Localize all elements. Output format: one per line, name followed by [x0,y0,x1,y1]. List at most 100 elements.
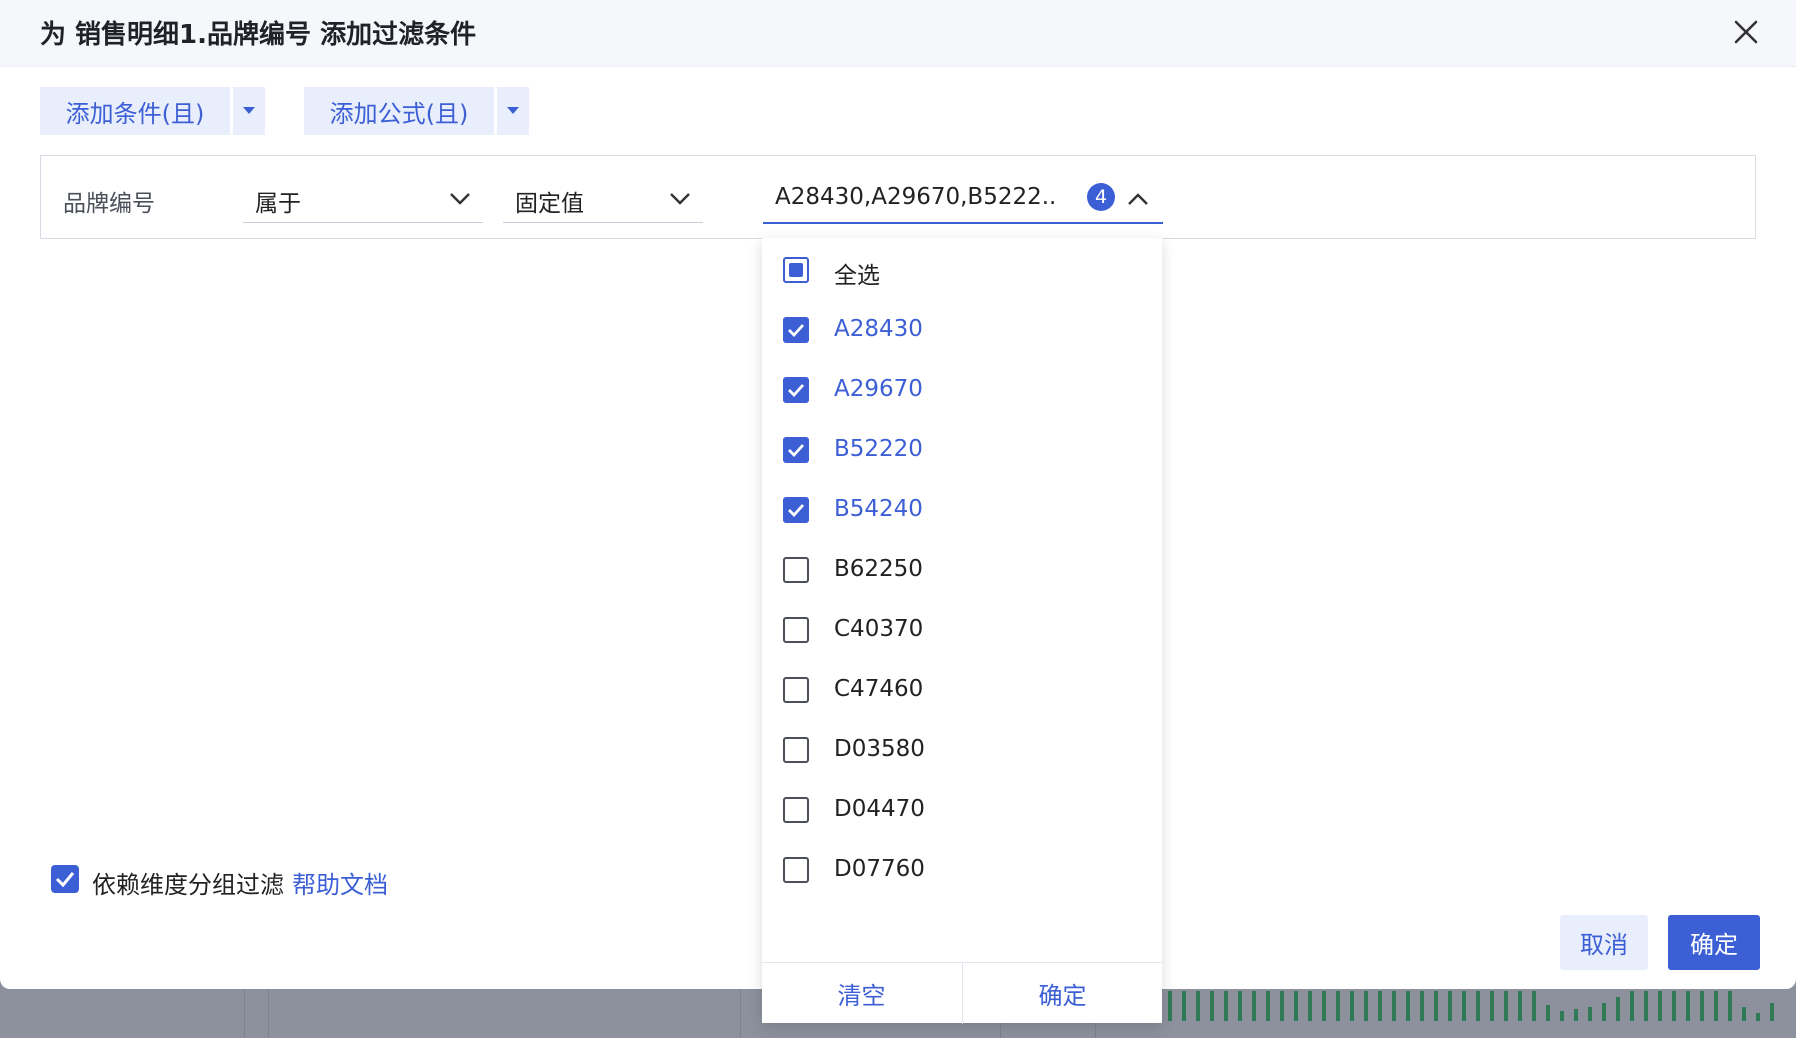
value-option[interactable]: B62250 [762,542,1162,602]
value-option-checkbox[interactable] [783,497,809,523]
background-bar [1700,991,1704,1021]
background-bar [1658,991,1662,1021]
value-option[interactable]: A29670 [762,362,1162,422]
value-option[interactable]: B54240 [762,482,1162,542]
background-bar [1476,991,1480,1021]
value-option[interactable]: A28430 [762,302,1162,362]
background-bar [1196,991,1200,1021]
value-option[interactable]: D03580 [762,722,1162,782]
operator-select-value: 属于 [255,191,301,217]
background-bar [1728,991,1732,1021]
value-option[interactable]: B52220 [762,422,1162,482]
background-bar [1378,991,1382,1021]
background-chart-bars [1168,989,1796,1021]
background-bar [1686,991,1690,1021]
background-bar [1588,1007,1592,1021]
select-all-label: 全选 [834,263,880,289]
value-option-label: A29670 [834,376,923,402]
background-bar [1448,991,1452,1021]
ok-button[interactable]: 确定 [1668,915,1760,970]
value-option-label: B52220 [834,436,923,462]
background-bar [1546,1005,1550,1021]
dependency-filter-label: 依赖维度分组过滤 [92,871,284,899]
cancel-button[interactable]: 取消 [1560,915,1648,970]
value-option-label: B54240 [834,496,923,522]
background-bar [1168,991,1172,1021]
add-formula-button[interactable]: 添加公式(且) [304,87,494,135]
background-bar [1224,991,1228,1021]
caret-down-icon [243,107,255,114]
add-condition-dropdown-toggle[interactable] [233,87,265,135]
background-bar [1756,1013,1760,1021]
value-option[interactable]: D04470 [762,782,1162,842]
value-option-checkbox[interactable] [783,617,809,643]
background-bar [1210,991,1214,1021]
select-all-checkbox[interactable] [783,257,809,283]
background-divider [244,989,245,1038]
value-option-checkbox[interactable] [783,317,809,343]
dropdown-confirm-button[interactable]: 确定 [963,963,1162,1024]
help-docs-link[interactable]: 帮助文档 [292,865,388,900]
value-option-checkbox[interactable] [783,857,809,883]
value-option-checkbox[interactable] [783,377,809,403]
dependency-filter-checkbox[interactable] [51,865,79,893]
value-option-label: D07760 [834,856,925,882]
background-bar [1560,1011,1564,1021]
background-divider [740,989,741,1038]
close-button[interactable] [1726,12,1766,52]
checkmark-icon [788,504,805,518]
select-all-option[interactable]: 全选 [762,242,1162,302]
dropdown-footer: 清空 确定 [762,962,1162,1024]
value-option-checkbox[interactable] [783,557,809,583]
background-bar [1280,991,1284,1021]
background-bar [1364,991,1368,1021]
background-bar [1406,991,1410,1021]
value-option[interactable]: D07760 [762,842,1162,902]
value-type-select-value: 固定值 [515,191,584,217]
value-option-label: C40370 [834,616,924,642]
background-bar [1490,991,1494,1021]
background-bar [1252,991,1256,1021]
background-bar [1504,991,1508,1021]
value-option-label: C47460 [834,676,924,702]
value-option[interactable]: C40370 [762,602,1162,662]
background-bar [1714,991,1718,1021]
value-option-checkbox[interactable] [783,737,809,763]
background-bar [1616,997,1620,1021]
checkmark-icon [788,324,805,338]
background-bar [1672,991,1676,1021]
value-option-label: D03580 [834,736,925,762]
add-formula-dropdown-toggle[interactable] [497,87,529,135]
value-option-label: D04470 [834,796,925,822]
background-bar [1434,991,1438,1021]
checkmark-icon [55,872,75,888]
background-bar [1308,991,1312,1021]
value-option-checkbox[interactable] [783,797,809,823]
values-dropdown: 全选 A28430 A29670 B52220 B54240 B62250 C40370 C… [762,238,1162,1024]
value-option-checkbox[interactable] [783,677,809,703]
background-bar [1630,991,1634,1021]
clear-button[interactable]: 清空 [762,963,961,1024]
close-icon [1734,20,1758,44]
value-option-checkbox[interactable] [783,437,809,463]
background-bar [1644,991,1648,1021]
checkmark-icon [788,384,805,398]
value-option[interactable]: C47460 [762,662,1162,722]
condition-row: 品牌编号 属于 固定值 A28430,A29670,B5222... 4 [40,155,1756,239]
add-condition-button[interactable]: 添加条件(且) [40,87,230,135]
background-bar [1770,1003,1774,1021]
caret-down-icon [507,107,519,114]
values-multiselect[interactable]: A28430,A29670,B5222... 4 [763,180,1163,224]
condition-field-label: 品牌编号 [63,191,155,217]
chevron-up-icon [1128,193,1148,205]
background-bar [1294,991,1298,1021]
add-condition-split-button: 添加条件(且) [40,87,265,135]
background-bar [1602,1003,1606,1021]
operator-select[interactable]: 属于 [243,180,483,223]
value-type-select[interactable]: 固定值 [503,180,703,223]
selected-count-badge: 4 [1087,183,1115,211]
value-option-label: B62250 [834,556,923,582]
chevron-down-icon [670,193,690,205]
background-divider [268,989,269,1038]
dialog-header: 为 销售明细1.品牌编号 添加过滤条件 [0,0,1796,67]
